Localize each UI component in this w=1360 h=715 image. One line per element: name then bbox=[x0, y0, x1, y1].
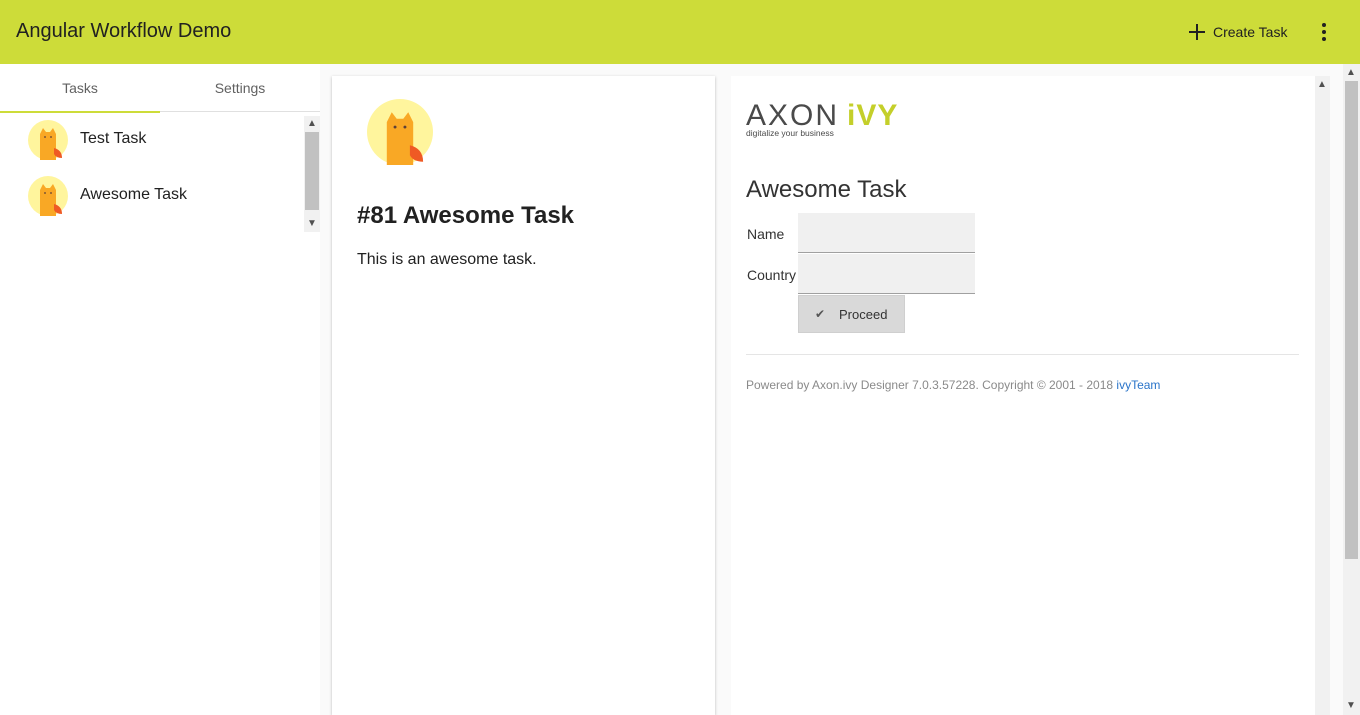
name-label: Name bbox=[747, 226, 785, 242]
scroll-down-icon[interactable]: ▼ bbox=[1346, 701, 1356, 711]
task-item-test[interactable]: Test Task bbox=[0, 112, 304, 168]
more-vert-icon bbox=[1322, 23, 1326, 27]
task-name: Awesome Task bbox=[80, 186, 188, 203]
form-title: Awesome Task bbox=[746, 176, 907, 203]
proceed-label: Proceed bbox=[839, 306, 888, 322]
scroll-up-icon[interactable]: ▲ bbox=[1317, 80, 1327, 90]
form-footer: Powered by Axon.ivy Designer 7.0.3.57228… bbox=[746, 378, 1160, 392]
task-detail-card: #81 Awesome Task This is an awesome task… bbox=[332, 76, 715, 715]
app-toolbar: Angular Workflow Demo Create Task bbox=[0, 0, 1360, 64]
more-menu-button[interactable] bbox=[1312, 16, 1336, 48]
scroll-up-icon[interactable]: ▲ bbox=[1346, 68, 1356, 78]
create-task-button[interactable]: Create Task bbox=[1181, 16, 1295, 48]
cat-avatar-icon bbox=[367, 99, 433, 165]
axon-ivy-logo: AXON iVY digitalize your business bbox=[746, 99, 898, 138]
svg-text:digitalize your business: digitalize your business bbox=[746, 128, 834, 138]
country-label: Country bbox=[747, 267, 797, 283]
cat-avatar-icon bbox=[28, 176, 68, 216]
task-heading: #81 Awesome Task bbox=[357, 202, 575, 229]
form-divider bbox=[746, 354, 1299, 355]
task-item-awesome[interactable]: Awesome Task bbox=[0, 168, 304, 224]
scroll-up-icon[interactable]: ▲ bbox=[307, 119, 317, 129]
task-description: This is an awesome task. bbox=[357, 251, 537, 268]
scrollbar-thumb[interactable] bbox=[305, 132, 319, 210]
sidebar-tabs: Tasks Settings bbox=[0, 64, 320, 113]
task-form-frame: AXON iVY digitalize your business Awesom… bbox=[731, 76, 1315, 715]
footer-text: Powered by Axon.ivy Designer 7.0.3.57228… bbox=[746, 378, 1114, 392]
app-title: Angular Workflow Demo bbox=[16, 20, 232, 42]
create-task-label: Create Task bbox=[1213, 24, 1288, 40]
task-name: Test Task bbox=[80, 130, 147, 147]
name-field[interactable] bbox=[798, 213, 975, 253]
form-frame-scrollbar[interactable]: ▲ bbox=[1315, 76, 1330, 715]
country-field[interactable] bbox=[798, 254, 975, 294]
task-list: Test Task Awesome Task bbox=[0, 112, 320, 234]
task-list-scrollbar[interactable]: ▲ ▼ bbox=[304, 116, 320, 232]
scroll-down-icon[interactable]: ▼ bbox=[307, 219, 317, 229]
cat-avatar-icon bbox=[28, 120, 68, 160]
tab-settings[interactable]: Settings bbox=[160, 64, 320, 112]
proceed-button[interactable]: ✔ Proceed bbox=[798, 295, 905, 333]
window-scrollbar[interactable]: ▲ ▼ bbox=[1343, 64, 1360, 715]
sidebar: Tasks Settings Test Task Awesome Task ▲ bbox=[0, 64, 320, 715]
plus-icon bbox=[1189, 24, 1205, 40]
svg-text:iVY: iVY bbox=[847, 99, 898, 132]
scrollbar-thumb[interactable] bbox=[1345, 81, 1358, 559]
tab-tasks[interactable]: Tasks bbox=[0, 64, 160, 113]
ivyteam-link[interactable]: ivyTeam bbox=[1116, 378, 1160, 392]
check-icon: ✔ bbox=[815, 307, 826, 321]
